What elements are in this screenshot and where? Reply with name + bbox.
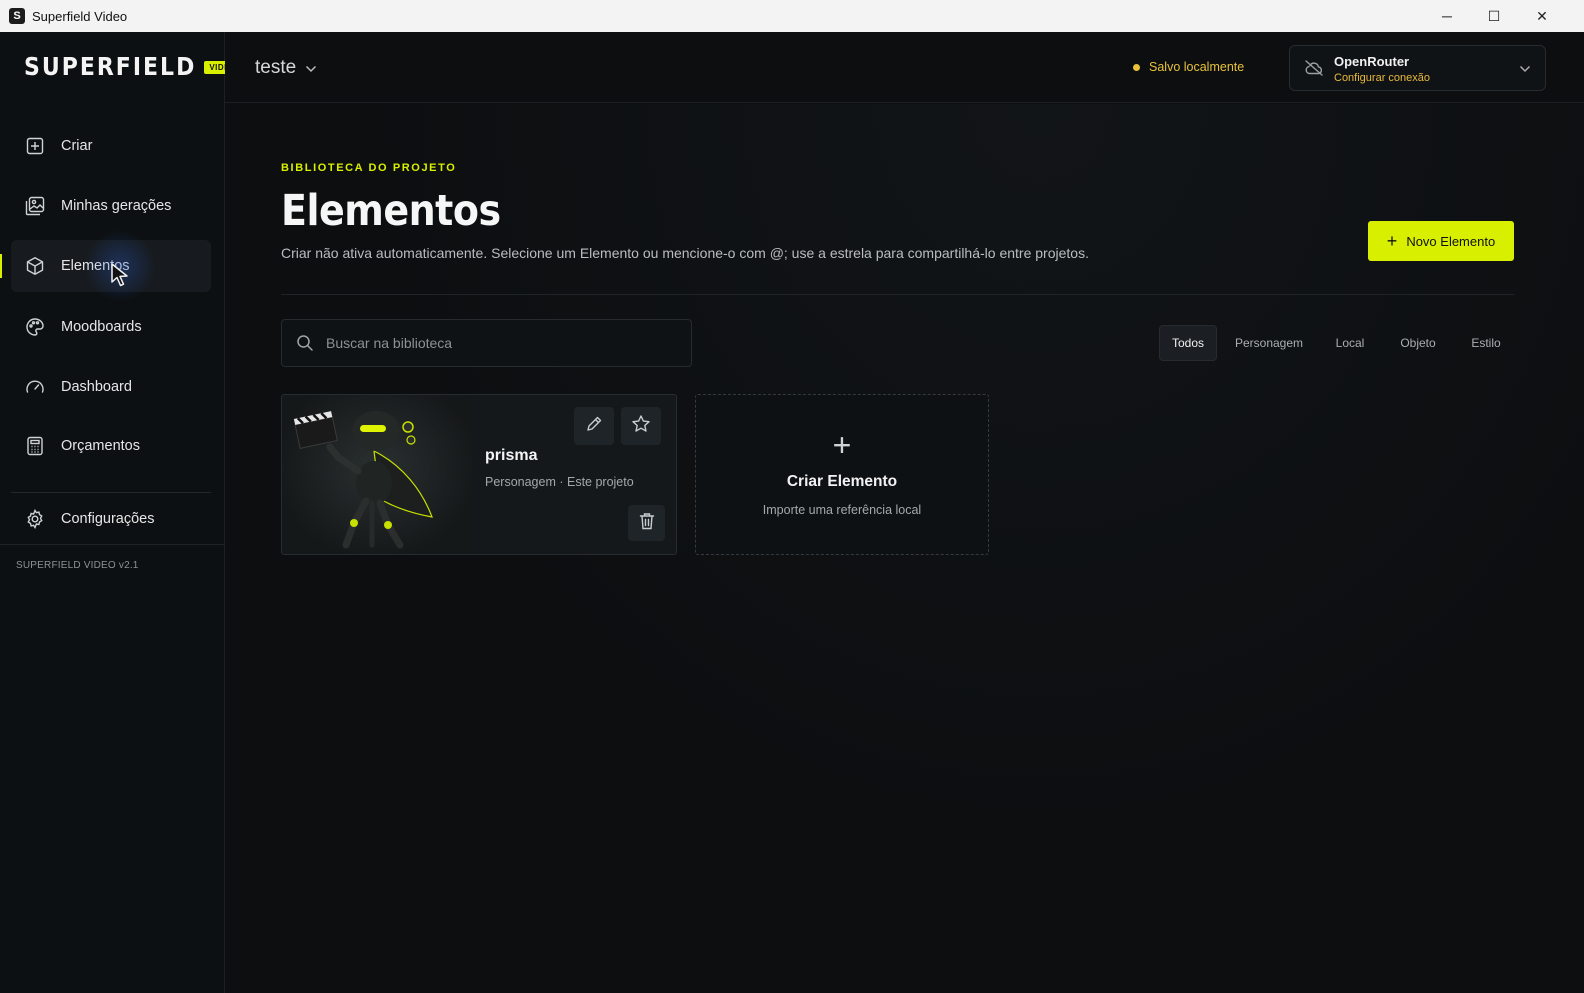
top-bar: teste Salvo localmente OpenRouter Config… xyxy=(225,32,1584,103)
minimize-icon: ─ xyxy=(1442,8,1452,24)
plus-icon: + xyxy=(832,427,852,463)
gear-icon xyxy=(25,509,45,529)
sidebar-divider xyxy=(0,544,225,545)
brand-logo[interactable]: SUPERFIELD VIDEO xyxy=(24,53,242,82)
filter-estilo[interactable]: Estilo xyxy=(1463,325,1509,361)
maximize-button[interactable]: ☐ xyxy=(1471,0,1517,32)
cloud-off-icon xyxy=(1304,59,1324,82)
pencil-icon xyxy=(585,415,603,438)
sidebar-item-label: Dashboard xyxy=(61,379,132,395)
app-icon: S xyxy=(9,8,25,24)
save-status: Salvo localmente xyxy=(1133,60,1244,74)
element-card[interactable]: prisma Personagem · Este projeto xyxy=(281,394,677,555)
sidebar-item-moodboards[interactable]: Moodboards xyxy=(11,301,211,353)
new-element-label: Novo Elemento xyxy=(1406,233,1496,249)
close-icon: ✕ xyxy=(1536,7,1548,24)
project-name: teste xyxy=(255,57,297,78)
edit-element-button[interactable] xyxy=(574,407,614,445)
plus-icon: + xyxy=(1386,231,1398,251)
element-thumbnail xyxy=(282,395,472,554)
search-icon xyxy=(296,334,314,352)
filter-todos[interactable]: Todos xyxy=(1159,325,1217,361)
maximize-icon: ☐ xyxy=(1487,7,1501,24)
brand-wordmark: SUPERFIELD xyxy=(24,53,197,82)
main-content: BIBLIOTECA DO PROJETO Elementos Criar nã… xyxy=(225,104,1584,993)
filter-local[interactable]: Local xyxy=(1327,325,1373,361)
status-dot xyxy=(1133,63,1140,71)
sidebar-item-label: Minhas gerações xyxy=(61,198,172,214)
configure-connection-link[interactable]: Configurar conexão xyxy=(1334,72,1430,84)
search-input[interactable] xyxy=(326,335,666,351)
sidebar-item-configuracoes[interactable]: Configurações xyxy=(11,493,211,545)
mouse-cursor-icon xyxy=(111,263,128,287)
filter-personagem[interactable]: Personagem xyxy=(1229,325,1309,361)
palette-icon xyxy=(25,317,45,337)
sidebar-item-label: Criar xyxy=(61,138,93,154)
header-divider xyxy=(281,294,1514,295)
section-eyebrow: BIBLIOTECA DO PROJETO xyxy=(281,162,457,174)
connection-selector[interactable]: OpenRouter Configurar conexão xyxy=(1289,45,1546,91)
sidebar-item-label: Orçamentos xyxy=(61,438,140,454)
sidebar-item-orcamentos[interactable]: Orçamentos xyxy=(11,420,211,472)
element-name: prisma xyxy=(485,447,538,464)
search-field[interactable] xyxy=(281,319,692,367)
save-status-label: Salvo localmente xyxy=(1149,60,1245,74)
star-icon xyxy=(631,414,651,439)
create-element-subtitle: Importe uma referência local xyxy=(762,503,922,517)
create-element-title: Criar Elemento xyxy=(786,473,898,490)
sidebar-item-label: Configurações xyxy=(61,511,155,527)
element-meta: Personagem · Este projeto xyxy=(485,475,634,489)
page-title: Elementos xyxy=(281,186,501,236)
window-title: Superfield Video xyxy=(32,8,128,24)
new-element-button[interactable]: + Novo Elemento xyxy=(1368,221,1514,261)
sidebar-item-dashboard[interactable]: Dashboard xyxy=(11,361,211,413)
delete-element-button[interactable] xyxy=(628,505,665,541)
gallery-icon xyxy=(25,196,45,216)
project-selector[interactable]: teste xyxy=(255,57,317,79)
gauge-icon xyxy=(25,377,45,397)
robot-character-image xyxy=(293,411,433,549)
minimize-button[interactable]: ─ xyxy=(1424,0,1470,32)
app-version: SUPERFIELD VIDEO v2.1 xyxy=(16,560,139,571)
connection-name: OpenRouter xyxy=(1334,54,1410,69)
page-subtitle: Criar não ativa automaticamente. Selecio… xyxy=(281,245,1089,261)
cube-icon xyxy=(25,256,45,276)
sidebar: SUPERFIELD VIDEO Criar Minhas gerações E… xyxy=(0,32,242,993)
window-titlebar: S Superfield Video ─ ☐ ✕ xyxy=(0,0,1584,32)
chevron-down-icon xyxy=(305,57,317,79)
star-element-button[interactable] xyxy=(621,407,661,445)
sidebar-item-label: Moodboards xyxy=(61,319,142,335)
calculator-icon xyxy=(25,436,45,456)
close-window-button[interactable]: ✕ xyxy=(1519,0,1565,32)
trash-icon xyxy=(639,512,655,535)
create-element-card[interactable]: + Criar Elemento Importe uma referência … xyxy=(695,394,989,555)
sidebar-item-criar[interactable]: Criar xyxy=(11,120,211,172)
plus-square-icon xyxy=(25,136,45,156)
chevron-down-icon xyxy=(1519,60,1531,78)
filter-objeto[interactable]: Objeto xyxy=(1391,325,1445,361)
sidebar-item-minhas-geracoes[interactable]: Minhas gerações xyxy=(11,180,211,232)
